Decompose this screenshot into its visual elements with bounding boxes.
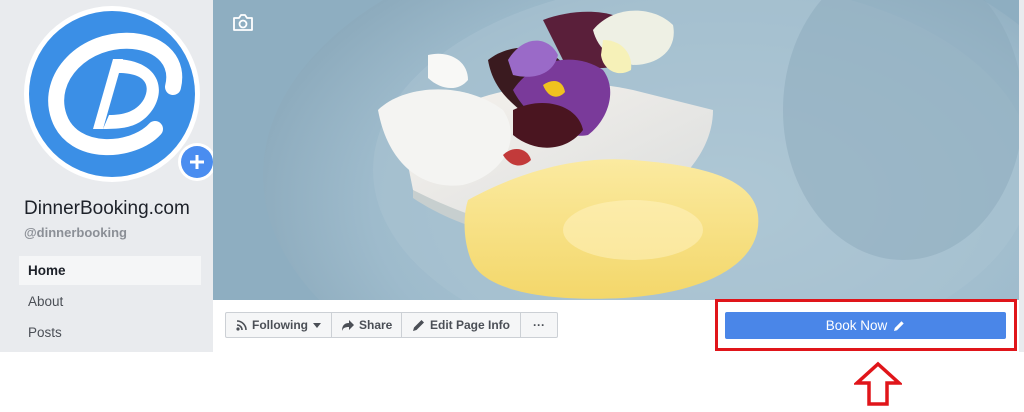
pencil-icon bbox=[412, 319, 425, 332]
dinnerbooking-logo bbox=[29, 11, 195, 177]
sidebar-item-about[interactable]: About bbox=[19, 287, 201, 316]
cover-image bbox=[213, 0, 1019, 300]
camera-icon[interactable] bbox=[232, 14, 254, 37]
following-button[interactable]: Following bbox=[225, 312, 332, 338]
share-button[interactable]: Share bbox=[332, 312, 402, 338]
edit-page-info-button[interactable]: Edit Page Info bbox=[402, 312, 521, 338]
book-now-label: Book Now bbox=[825, 318, 888, 333]
following-label: Following bbox=[252, 318, 308, 332]
more-icon: ··· bbox=[533, 318, 545, 332]
plus-icon bbox=[190, 155, 204, 169]
share-arrow-icon bbox=[342, 319, 354, 331]
add-photo-button[interactable] bbox=[178, 143, 216, 181]
pencil-icon bbox=[893, 320, 905, 332]
caret-down-icon bbox=[313, 322, 321, 328]
share-label: Share bbox=[359, 318, 393, 332]
avatar[interactable] bbox=[24, 6, 216, 182]
page-action-bar: Following Share Edit Page Info ··· Book … bbox=[213, 300, 1019, 352]
cover-photo[interactable] bbox=[213, 0, 1019, 300]
more-options-button[interactable]: ··· bbox=[521, 312, 558, 338]
profile-sidebar: DinnerBooking.com @dinnerbooking Home Ab… bbox=[0, 0, 216, 352]
up-arrow-icon bbox=[852, 361, 904, 412]
sidebar-item-home[interactable]: Home bbox=[19, 256, 201, 285]
sidebar-item-posts[interactable]: Posts bbox=[19, 318, 201, 347]
edit-page-info-label: Edit Page Info bbox=[430, 318, 511, 332]
book-now-button[interactable]: Book Now bbox=[725, 312, 1006, 339]
page-title: DinnerBooking.com bbox=[24, 198, 190, 219]
page-handle[interactable]: @dinnerbooking bbox=[24, 225, 127, 240]
rss-icon bbox=[236, 319, 247, 331]
